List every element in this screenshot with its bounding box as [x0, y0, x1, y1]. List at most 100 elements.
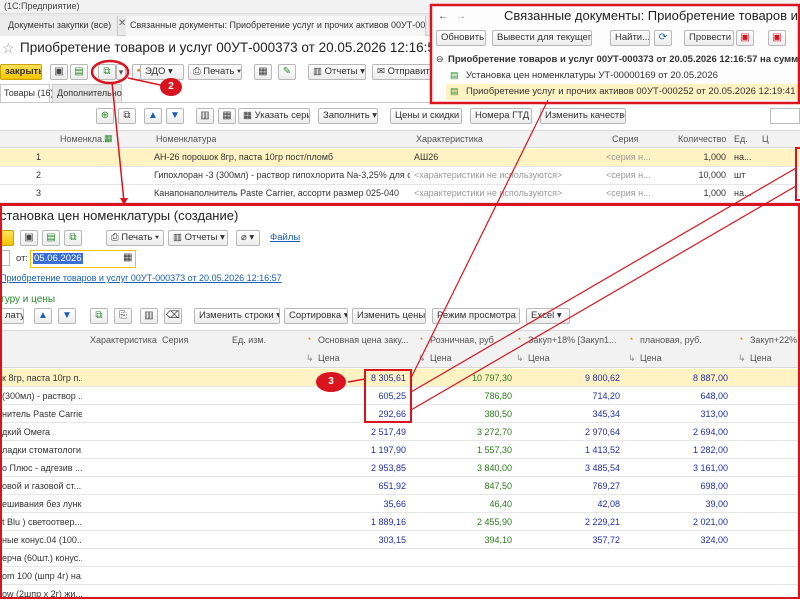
row-price-value[interactable]: 651,92 — [306, 481, 406, 491]
row-characteristic[interactable]: АШ26 — [414, 152, 604, 162]
save-icon[interactable]: ▣ — [50, 64, 68, 80]
col-header-planned[interactable]: плановая, руб. — [640, 335, 702, 345]
tree-price-setting-doc[interactable]: Установка цен номенклатуры УТ-00000169 о… — [466, 70, 718, 81]
col-header-base-price[interactable]: Основная цена заку... — [318, 335, 410, 345]
calendar-icon[interactable]: ▦ — [123, 252, 132, 263]
row-unit[interactable]: на... — [734, 152, 756, 162]
col-header-unit[interactable]: Ед. — [734, 134, 748, 144]
document-icon[interactable]: ▦ — [254, 64, 272, 80]
view-mode-button[interactable]: Режим просмотра ▾ — [432, 308, 520, 324]
reports-button[interactable]: ▥ Отчеты ▾ — [308, 64, 366, 80]
fill-button[interactable]: Заполнить ▾ — [318, 108, 378, 124]
table-row[interactable] — [0, 549, 800, 567]
post-popup-button[interactable]: Провести — [684, 30, 734, 46]
row-price-value[interactable]: 2 021,00 — [628, 517, 728, 527]
row-quantity[interactable]: 1,000 — [676, 152, 726, 162]
row-price-value[interactable]: 605,25 — [306, 391, 406, 401]
barcode-icon[interactable]: ▥ — [140, 308, 158, 324]
row-price-value[interactable]: 2 953,85 — [306, 463, 406, 473]
gtd-numbers-button[interactable]: Номера ГТД ▾ — [470, 108, 532, 124]
col-header-purchase-18[interactable]: Закуп+18% [Закуп1... — [528, 335, 620, 345]
forward-arrow-icon[interactable]: → — [454, 10, 468, 26]
row-price-value[interactable]: 303,15 — [306, 535, 406, 545]
files-link[interactable]: Файлы — [270, 232, 300, 243]
tree-services-doc[interactable]: Приобретение услуг и прочих активов 00УТ… — [466, 86, 800, 97]
row-nomenclature[interactable]: дкий Омега — [2, 427, 82, 437]
row-price-value[interactable]: 46,40 — [416, 499, 512, 509]
row-price-value[interactable]: 345,34 — [516, 409, 620, 419]
delete-mark-icon[interactable]: ▣ — [768, 30, 786, 46]
row-price-value[interactable]: 9 800,62 — [516, 373, 620, 383]
row-price-value[interactable]: 10 797,30 — [416, 373, 512, 383]
col-header-purchase-22[interactable]: Закуп+22% [З — [750, 335, 800, 345]
add-row-icon[interactable]: ⊕ — [96, 108, 114, 124]
print-button[interactable]: ⎙ Печать ▾ — [188, 64, 242, 80]
row-price-value[interactable]: 786,80 — [416, 391, 512, 401]
row-nomenclature[interactable]: нитель Paste Carrie... — [2, 409, 82, 419]
nomenclature-button[interactable]: латуру — [0, 308, 24, 324]
row-nomenclature[interactable]: АН-26 порошок 8гр, паста 10гр пост/пломб — [154, 152, 410, 162]
row-nomenclature[interactable]: t Blu ) светоотвер... — [2, 517, 82, 527]
row-price-value[interactable]: 847,50 — [416, 481, 512, 491]
row-price-value[interactable]: 1 889,16 — [306, 517, 406, 527]
row-price-value[interactable]: 35,66 — [306, 499, 406, 509]
row-price-value[interactable]: 42,08 — [516, 499, 620, 509]
row-price-value[interactable]: 2 970,64 — [516, 427, 620, 437]
row-nomenclature[interactable]: ладки стоматологи... — [2, 445, 82, 455]
row-characteristic[interactable]: <характеристики не используются> — [414, 188, 604, 198]
favorite-star-icon[interactable]: ☆ — [2, 40, 15, 57]
move-down-icon[interactable]: ▼ — [58, 308, 76, 324]
row-price-value[interactable]: 3 840,00 — [416, 463, 512, 473]
back-arrow-icon[interactable]: ← — [436, 10, 450, 26]
tree-root-doc[interactable]: Приобретение товаров и услуг 00УТ-000373… — [448, 54, 798, 65]
row-price-value[interactable]: 1 197,90 — [306, 445, 406, 455]
row-nomenclature[interactable]: ерча (60шт.) конус... — [2, 553, 82, 563]
col-header-unit[interactable]: Ед. изм. — [232, 335, 266, 345]
subtab-additional[interactable]: Дополнительно — [52, 84, 122, 102]
move-up-icon[interactable]: ▲ — [34, 308, 52, 324]
col-header-price[interactable]: Ц — [762, 134, 769, 144]
row-price-value[interactable]: 2 694,00 — [628, 427, 728, 437]
row-nomenclature[interactable]: к 8гр, паста 10гр п... — [2, 373, 82, 383]
doc2-post-close-button[interactable] — [0, 230, 14, 246]
row-price-value[interactable]: 394,10 — [416, 535, 512, 545]
row-nomenclature[interactable]: ные конус.04 (100... — [2, 535, 82, 545]
row-nomenclature[interactable]: Гипохлоран -3 (300мл) - раствор гипохлор… — [154, 170, 410, 180]
copy-row-icon[interactable]: ⧉ — [118, 108, 136, 124]
send-button[interactable]: ✉ Отправить — [372, 64, 432, 80]
row-price-value[interactable]: 1 557,30 — [416, 445, 512, 455]
update-button[interactable]: Обновить — [436, 30, 486, 46]
row-price-value[interactable]: 292,66 — [306, 409, 406, 419]
row-price-value[interactable]: 324,00 — [628, 535, 728, 545]
related-docs-dropdown[interactable]: ▾ — [116, 64, 126, 80]
col-header-series[interactable]: Серия — [162, 335, 188, 345]
row-nomenclature[interactable]: om 100 (шпр 4г) на... — [2, 571, 82, 581]
row-price-value[interactable]: 698,00 — [628, 481, 728, 491]
excel-button[interactable]: Excel ▾ — [526, 308, 570, 324]
paste-icon[interactable]: ⎘ — [114, 308, 132, 324]
row-nomenclature[interactable]: Канапонаполнитель Paste Carrier, ассорти… — [154, 188, 410, 198]
row-price-value[interactable]: 313,00 — [628, 409, 728, 419]
related-docs-icon[interactable]: ⧉ — [98, 64, 116, 80]
row-series[interactable]: <серия н... — [606, 188, 672, 198]
col-header-series[interactable]: Серия — [612, 134, 638, 144]
eraser-icon[interactable]: ⌫ — [164, 308, 182, 324]
row-price-value[interactable]: 2 229,21 — [516, 517, 620, 527]
subtab-goods[interactable]: Товары (16) — [0, 84, 53, 102]
barcode-icon[interactable]: ▥ — [196, 108, 214, 124]
row-nomenclature[interactable]: (300мл) - раствор ... — [2, 391, 82, 401]
post-icon[interactable]: ▤ — [42, 230, 60, 246]
doc2-reports-button[interactable]: ▥ Отчеты ▾ — [168, 230, 228, 246]
row-price-value[interactable]: 3 161,00 — [628, 463, 728, 473]
search-input[interactable] — [770, 108, 800, 124]
row-price-value[interactable]: 380,50 — [416, 409, 512, 419]
row-quantity[interactable]: 1,000 — [676, 188, 726, 198]
row-nomenclature[interactable]: овой и газовой ст... — [2, 481, 82, 491]
row-price-value[interactable]: 39,00 — [628, 499, 728, 509]
change-prices-button[interactable]: Изменить цены ▾ — [352, 308, 426, 324]
row-price-value[interactable]: 714,20 — [516, 391, 620, 401]
edit-icon[interactable]: ✎ — [278, 64, 296, 80]
doc2-print-button[interactable]: ⎙ Печать ▾ — [106, 230, 164, 246]
col-header-characteristic[interactable]: Характеристика — [416, 134, 483, 144]
edo-button[interactable]: ЭДО ▾ — [140, 64, 184, 80]
